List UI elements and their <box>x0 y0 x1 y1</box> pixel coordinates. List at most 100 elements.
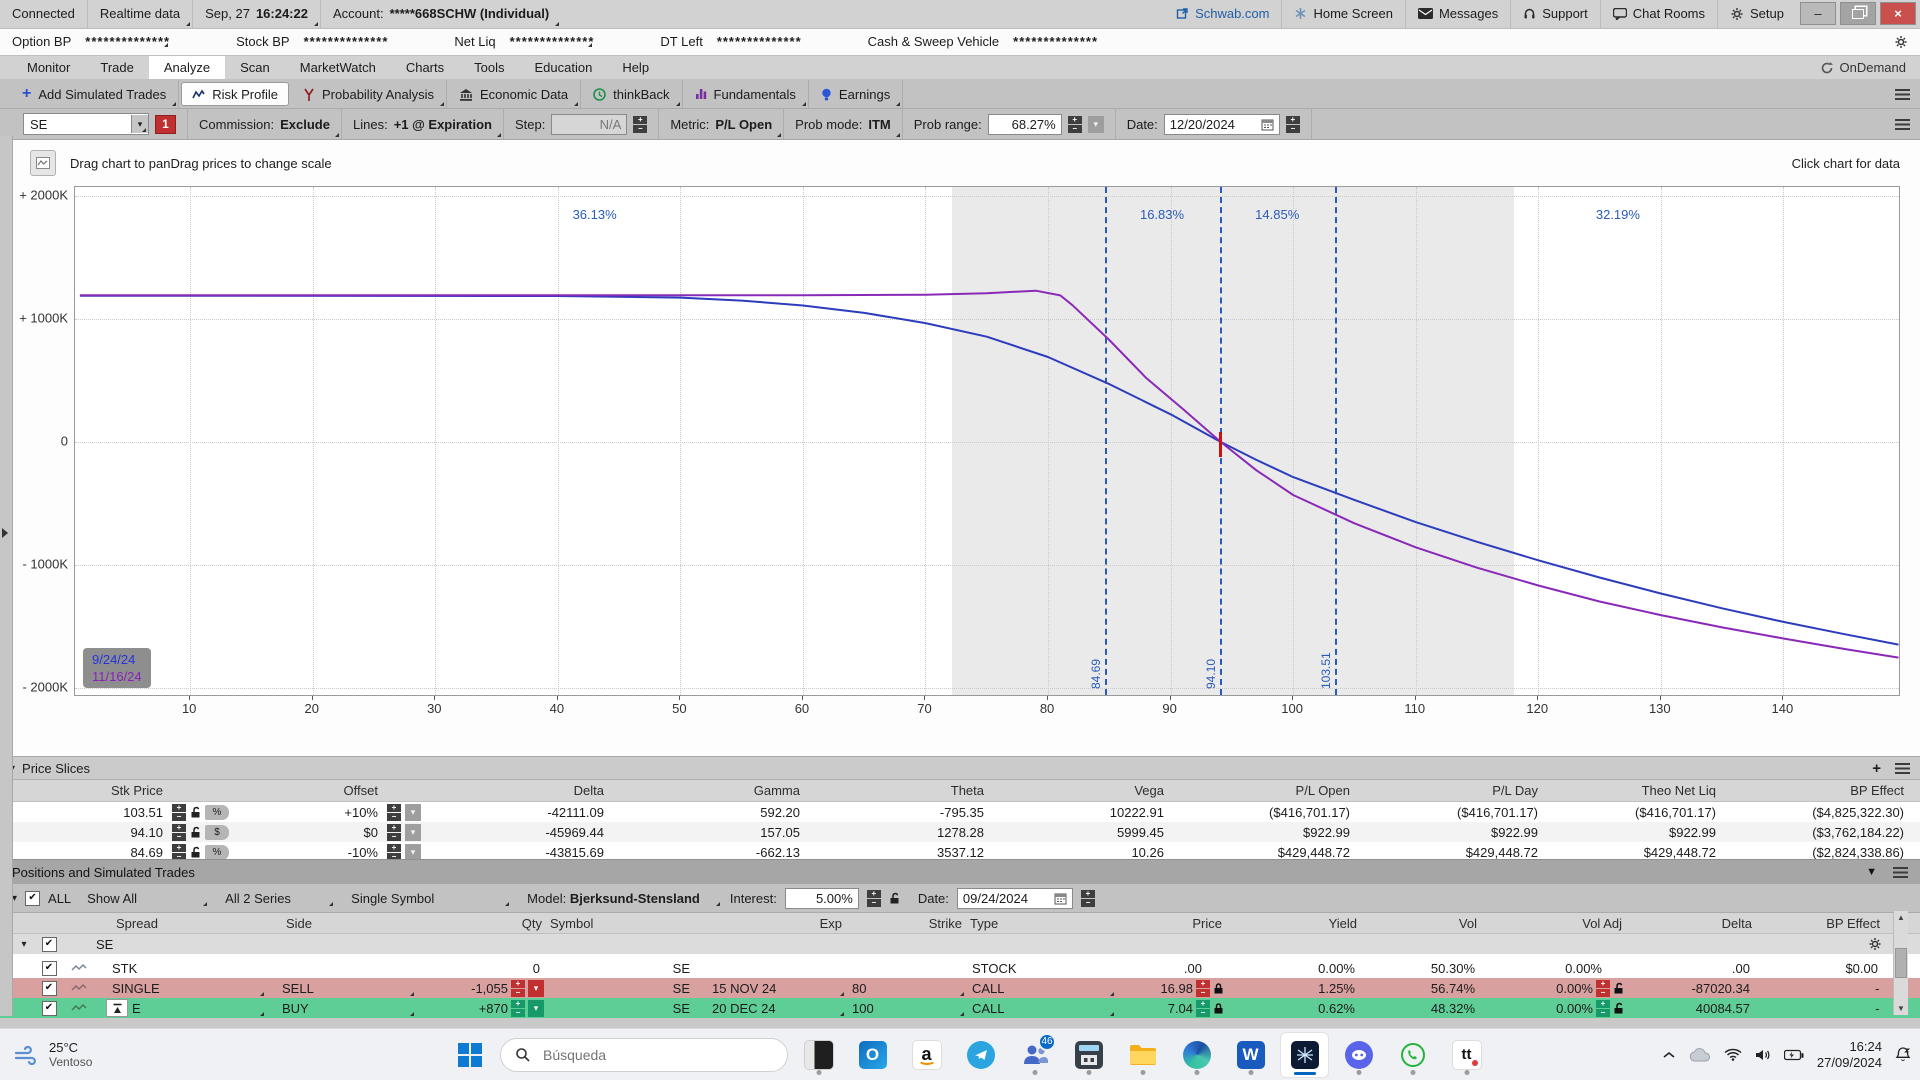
y-axis[interactable]: + 2000K+ 1000K0- 1000K- 2000K <box>12 186 74 696</box>
risk-profile-plot[interactable]: 9/24/24 11/16/24 84.6994.10103.5136.13%1… <box>74 186 1900 696</box>
notifications-bell-icon[interactable] <box>1895 1046 1912 1063</box>
chevron-down-icon[interactable]: ▾ <box>131 115 148 133</box>
taskbar-app-calculator[interactable] <box>1065 1033 1112 1077</box>
alert-badge[interactable]: 1 <box>155 115 176 134</box>
tab-charts[interactable]: Charts <box>391 56 459 80</box>
show-all-dropdown[interactable]: Show All <box>79 889 209 908</box>
row-checkbox[interactable]: ✔ <box>42 1001 57 1016</box>
qty-dropdown[interactable]: ▾ <box>528 1000 544 1017</box>
chart-style-button[interactable] <box>30 150 56 176</box>
rollup-icon[interactable] <box>106 999 128 1017</box>
add-slice-button[interactable]: + <box>1872 760 1881 777</box>
vol-adj-cell[interactable]: 0.00% +− <box>1481 978 1626 998</box>
wifi-icon[interactable] <box>1724 1048 1742 1061</box>
spread-cell[interactable]: SINGLE <box>96 978 266 998</box>
chart-line-icon[interactable] <box>71 963 87 973</box>
add-simulated-trades-button[interactable]: + Add Simulated Trades <box>10 80 179 108</box>
model-dropdown[interactable]: Model: Bjerksund-Stensland <box>519 889 722 908</box>
tab-fundamentals[interactable]: Fundamentals <box>683 80 809 108</box>
balance-settings-button[interactable] <box>1894 35 1908 49</box>
positions-header[interactable]: Positions and Simulated Trades ▼ <box>0 859 1920 884</box>
lock-open-icon[interactable] <box>190 826 201 839</box>
group-checkbox[interactable]: ✔ <box>42 937 57 952</box>
start-button[interactable] <box>446 1033 493 1077</box>
tab-economic-data[interactable]: Economic Data <box>447 80 581 108</box>
type-cell[interactable]: CALL <box>966 978 1116 998</box>
type-cell[interactable]: CALL <box>966 998 1116 1018</box>
taskbar-app-telegram[interactable] <box>957 1033 1004 1077</box>
side-cell[interactable]: SELL <box>266 978 416 998</box>
price-slices-header[interactable]: ▾ Price Slices + <box>0 756 1920 780</box>
scrollbar-thumb[interactable] <box>1895 948 1907 978</box>
price-slice-row[interactable]: 94.10 +− $ $0 +− ▾ -45969.44 157.05 1278… <box>0 822 1920 842</box>
spread-cell[interactable]: E <box>96 998 266 1018</box>
price-stepper[interactable]: +− <box>1196 1000 1210 1017</box>
unit-badge[interactable]: % <box>205 805 229 820</box>
tab-monitor[interactable]: Monitor <box>12 56 85 80</box>
hamburger-icon[interactable] <box>1895 763 1910 774</box>
price-stepper[interactable]: +− <box>172 804 186 821</box>
tab-analyze[interactable]: Analyze <box>149 56 225 80</box>
strike-cell[interactable]: 100 <box>846 998 966 1018</box>
taskbar-app-outlook[interactable]: O <box>849 1033 896 1077</box>
taskbar-app-amazon[interactable]: a <box>903 1033 950 1077</box>
chart-line-icon[interactable] <box>71 1003 87 1013</box>
date-input[interactable]: 12/20/2024 <box>1164 114 1280 135</box>
panel-expand-handle[interactable] <box>2 528 8 538</box>
symbol-group-row[interactable]: ▾ ✔ SE <box>0 934 1920 958</box>
ondemand-button[interactable]: OnDemand <box>1806 56 1920 80</box>
price-slice-row[interactable]: 103.51 +− % +10% +− ▾ -42111.09 592.20 -… <box>0 802 1920 822</box>
taskbar-app-thinkorswim[interactable] <box>1281 1033 1328 1077</box>
positions-date-input[interactable]: 09/24/2024 <box>957 888 1073 909</box>
step-input[interactable]: N/A <box>551 114 627 135</box>
offset-stepper[interactable]: +− <box>387 824 401 841</box>
hamburger-icon[interactable] <box>1893 867 1908 878</box>
taskbar-app-edge[interactable] <box>1173 1033 1220 1077</box>
scroll-down-icon[interactable]: ▼ <box>1897 1004 1905 1013</box>
chevron-down-icon[interactable]: ▾ <box>12 939 36 950</box>
taskbar-app-whatsapp[interactable] <box>1389 1033 1436 1077</box>
exp-cell[interactable]: 20 DEC 24 <box>696 998 846 1018</box>
taskbar-app-discord[interactable] <box>1335 1033 1382 1077</box>
scroll-up-icon[interactable]: ▲ <box>1897 913 1905 922</box>
volume-icon[interactable] <box>1755 1048 1771 1062</box>
taskbar-app-word[interactable]: W <box>1227 1033 1274 1077</box>
lock-open-icon[interactable] <box>190 846 201 859</box>
collapse-icon[interactable]: ▼ <box>1866 866 1877 878</box>
symbol-select[interactable]: SE ▾ <box>23 113 149 135</box>
vol-adj-stepper[interactable]: +− <box>1596 980 1610 997</box>
qty-cell[interactable]: +870 +− ▾ <box>416 998 546 1018</box>
calendar-icon[interactable] <box>1054 892 1067 905</box>
prob-range-stepper[interactable]: +− <box>1068 116 1082 133</box>
interest-stepper[interactable]: +− <box>867 890 881 907</box>
exp-cell[interactable]: 15 NOV 24 <box>696 978 846 998</box>
unit-badge[interactable]: $ <box>205 825 229 840</box>
price-stepper[interactable]: +− <box>172 844 186 861</box>
lines-dropdown[interactable]: Lines:+1 @ Expiration <box>342 109 504 139</box>
date-stepper[interactable]: +− <box>1286 116 1300 133</box>
battery-charging-icon[interactable] <box>1784 1049 1804 1061</box>
tab-thinkback[interactable]: thinkBack <box>581 80 682 108</box>
tab-trade[interactable]: Trade <box>85 56 148 80</box>
tray-chevron-up-icon[interactable] <box>1662 1051 1676 1059</box>
offset-stepper[interactable]: +− <box>387 844 401 861</box>
lock-open-icon[interactable] <box>889 892 900 905</box>
setup-button[interactable]: Setup <box>1718 0 1796 28</box>
taskbar-app-explorer[interactable] <box>1119 1033 1166 1077</box>
lock-open-icon[interactable] <box>1613 982 1624 995</box>
offset-dropdown[interactable]: ▾ <box>405 844 421 861</box>
taskbar-weather-widget[interactable]: 25°CVentoso <box>14 1040 92 1069</box>
positions-scrollbar[interactable]: ▲ ▼ <box>1893 911 1908 1015</box>
lock-open-icon[interactable] <box>190 806 201 819</box>
taskbar-app-notebook[interactable] <box>795 1033 842 1077</box>
lock-closed-icon[interactable] <box>1213 982 1224 995</box>
tab-risk-profile[interactable]: Risk Profile <box>181 82 289 106</box>
qty-dropdown[interactable]: ▾ <box>528 980 544 997</box>
side-cell[interactable]: BUY <box>266 998 416 1018</box>
single-symbol-dropdown[interactable]: Single Symbol <box>343 889 511 908</box>
left-panel-gutter[interactable] <box>0 136 13 1016</box>
tab-scan[interactable]: Scan <box>225 56 285 80</box>
price-stepper[interactable]: +− <box>1196 980 1210 997</box>
positions-settings-button[interactable] <box>1756 937 1908 951</box>
onedrive-cloud-icon[interactable] <box>1689 1048 1711 1062</box>
